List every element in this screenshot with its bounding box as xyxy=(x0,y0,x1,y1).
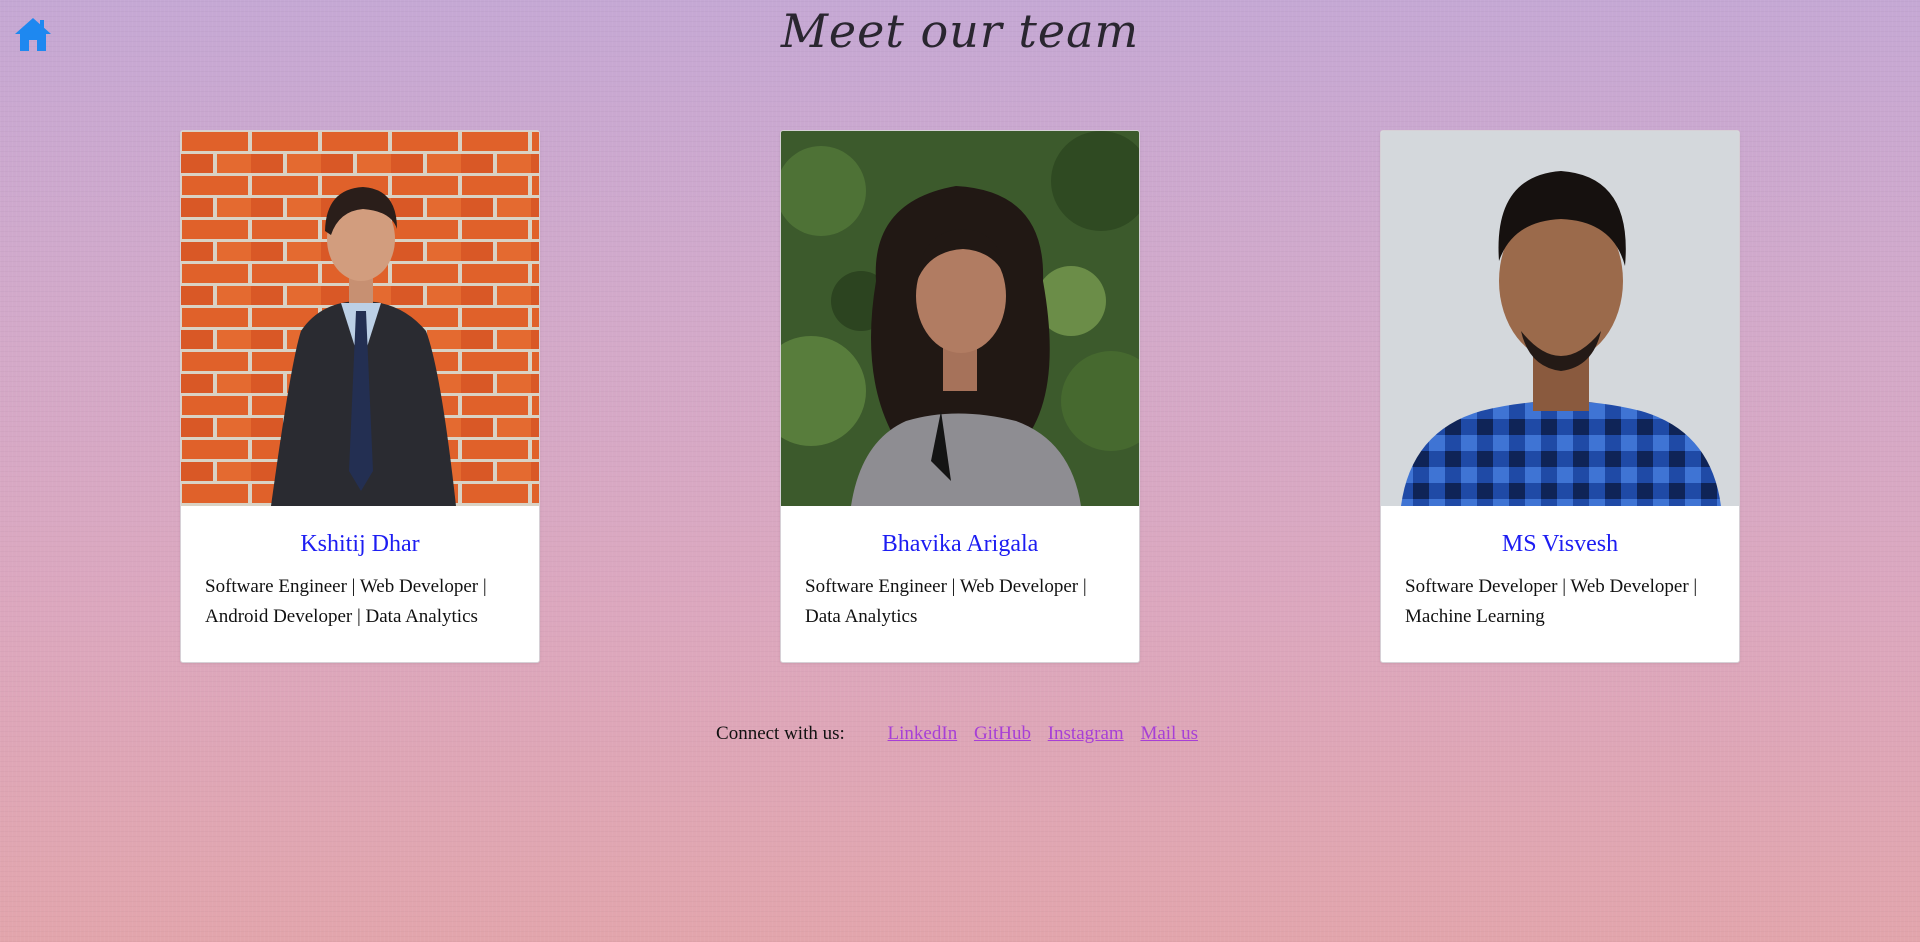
profile-photo xyxy=(1381,131,1739,506)
team-card: MS Visvesh Software Developer | Web Deve… xyxy=(1380,130,1740,663)
connect-label: Connect with us: xyxy=(716,723,845,744)
github-link[interactable]: GitHub xyxy=(974,723,1031,744)
member-role: Software Engineer | Web Developer | Andr… xyxy=(205,576,487,627)
member-name: Kshitij Dhar xyxy=(300,531,420,557)
mail-link[interactable]: Mail us xyxy=(1140,723,1198,744)
profile-photo-image xyxy=(1381,131,1739,506)
profile-photo xyxy=(781,131,1139,506)
profile-photo-image xyxy=(181,131,539,506)
profile-photo-image xyxy=(781,131,1139,506)
instagram-link[interactable]: Instagram xyxy=(1048,723,1124,744)
member-name: Bhavika Arigala xyxy=(881,531,1039,557)
member-role: Software Developer | Web Developer | Mac… xyxy=(1405,576,1698,627)
team-card: Kshitij Dhar Software Engineer | Web Dev… xyxy=(180,130,540,663)
member-role: Software Engineer | Web Developer | Data… xyxy=(805,576,1087,627)
connect-footer: Connect with us: LinkedIn GitHub Instagr… xyxy=(0,722,1920,746)
member-name: MS Visvesh xyxy=(1501,531,1619,557)
team-card: Bhavika Arigala Software Engineer | Web … xyxy=(780,130,1140,663)
linkedin-link[interactable]: LinkedIn xyxy=(888,723,958,744)
profile-photo xyxy=(181,131,539,506)
page-title: Meet our team xyxy=(780,4,1140,58)
